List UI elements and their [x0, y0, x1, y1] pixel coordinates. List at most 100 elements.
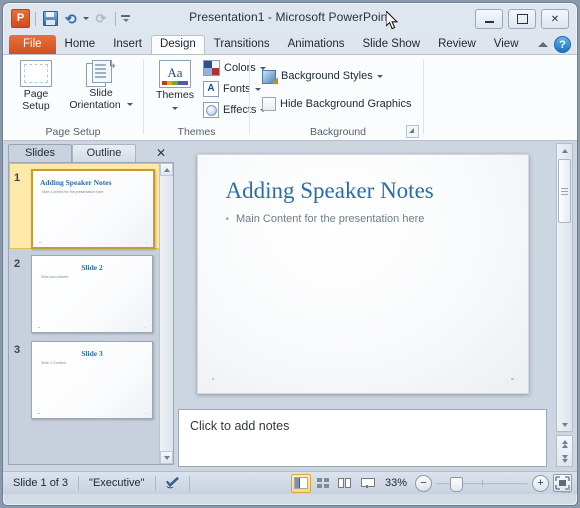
- slide-title[interactable]: Adding Speaker Notes: [226, 178, 510, 204]
- powerpoint-window: P ⟳ ⟳ Presentation1 - Microsoft PowerPoi…: [2, 2, 578, 506]
- effects-icon: [203, 102, 219, 118]
- slide-sorter-icon: [316, 478, 329, 488]
- thumbnail-body-1: Main Content for the presentation here: [42, 190, 104, 194]
- background-styles-label: Background Styles: [281, 70, 373, 82]
- background-styles-button[interactable]: ◢ Background Styles: [259, 66, 386, 86]
- slides-scroll-up-icon[interactable]: [160, 163, 173, 176]
- tab-outline[interactable]: Outline: [72, 144, 136, 162]
- notes-pane[interactable]: Click to add notes: [178, 409, 547, 467]
- previous-slide-button[interactable]: [557, 436, 572, 451]
- slide-body-placeholder[interactable]: • Main Content for the presentation here: [226, 213, 510, 226]
- group-label-page-setup: Page Setup: [45, 126, 101, 138]
- reading-view-button[interactable]: [335, 474, 355, 493]
- slide-orientation-dropdown-icon[interactable]: [126, 103, 133, 107]
- slide-orientation-button[interactable]: ↳ Slide Orientation: [61, 58, 141, 111]
- page-setup-button[interactable]: Page Setup: [9, 58, 63, 112]
- page-setup-label-1: Page: [23, 88, 49, 100]
- tab-slides[interactable]: Slides: [8, 144, 72, 162]
- next-slide-button[interactable]: [557, 451, 572, 466]
- themes-icon: Aa: [159, 60, 191, 88]
- slide-show-icon: [360, 478, 375, 488]
- close-button[interactable]: ✕: [541, 9, 569, 29]
- ribbon-group-background: ◢ Background Styles Hide Background Grap…: [253, 55, 423, 139]
- slide-decoration-dot-right: [511, 377, 514, 380]
- slide-stage: Adding Speaker Notes • Main Content for …: [178, 143, 547, 405]
- zoom-in-button[interactable]: +: [532, 474, 549, 492]
- slide-orientation-label-1: Slide: [89, 87, 113, 99]
- tab-transitions[interactable]: Transitions: [205, 35, 279, 54]
- slide-thumbnail-1[interactable]: 1 Adding Speaker Notes Main Content for …: [9, 163, 160, 249]
- status-bar-right: 33% − +: [290, 472, 572, 494]
- effects-label: Effects: [223, 104, 257, 116]
- slide-counter[interactable]: Slide 1 of 3: [3, 475, 78, 491]
- fonts-icon: A: [203, 81, 219, 97]
- slide-body-text: Main Content for the presentation here: [236, 213, 425, 225]
- tab-review[interactable]: Review: [429, 35, 485, 54]
- tab-animations[interactable]: Animations: [279, 35, 354, 54]
- zoom-level[interactable]: 33%: [381, 477, 411, 489]
- page-setup-icon: [20, 60, 52, 87]
- thumbnail-image-2: Slide 2 Slide two content: [31, 255, 153, 333]
- page-setup-label-2: Setup: [22, 99, 50, 112]
- zoom-slider-thumb[interactable]: [450, 476, 463, 492]
- minimize-ribbon-icon[interactable]: [538, 42, 548, 47]
- colors-icon: [203, 60, 220, 76]
- normal-view-button[interactable]: [290, 473, 311, 493]
- checkbox-icon[interactable]: [262, 97, 276, 111]
- scroll-down-icon[interactable]: [557, 418, 572, 431]
- tab-insert[interactable]: Insert: [104, 35, 151, 54]
- notes-placeholder: Click to add notes: [190, 419, 290, 433]
- slide-number-2: 2: [14, 258, 21, 270]
- tab-design[interactable]: Design: [150, 35, 205, 54]
- theme-name[interactable]: "Executive": [79, 475, 155, 491]
- zoom-slider[interactable]: [436, 476, 528, 492]
- restore-button[interactable]: [508, 9, 536, 29]
- background-dialog-launcher[interactable]: [406, 125, 419, 138]
- spell-check-icon: [165, 476, 179, 488]
- resize-grip[interactable]: [560, 483, 570, 493]
- themes-button[interactable]: Aa Themes: [148, 58, 202, 113]
- fonts-label: Fonts: [223, 83, 251, 95]
- slide-thumbnail-3[interactable]: 3 Slide 3 Slide 3 Content: [9, 335, 160, 421]
- close-panel-icon[interactable]: ✕: [150, 146, 172, 160]
- ribbon-divider-2: [249, 59, 250, 134]
- scroll-up-icon[interactable]: [557, 144, 572, 157]
- tab-home[interactable]: Home: [56, 35, 105, 54]
- slide-show-button[interactable]: [357, 474, 377, 493]
- tab-view[interactable]: View: [485, 35, 528, 54]
- slide-scrollbar[interactable]: [556, 143, 573, 432]
- view-buttons: [290, 473, 377, 493]
- window-controls: ✕: [475, 9, 569, 29]
- themes-label: Themes: [156, 89, 194, 101]
- status-bar: Slide 1 of 3 "Executive" 33% − +: [3, 471, 577, 494]
- slides-scroll-down-icon[interactable]: [160, 451, 173, 464]
- thumbnail-title-3: Slide 3: [81, 349, 103, 358]
- slide-nav-buttons: [556, 435, 573, 467]
- tab-slide-show[interactable]: Slide Show: [354, 35, 430, 54]
- background-styles-icon: ◢: [262, 69, 278, 84]
- slide-orientation-label-2: Orientation: [69, 98, 121, 111]
- slide-thumbnail-2[interactable]: 2 Slide 2 Slide two content: [9, 249, 160, 335]
- help-icon[interactable]: ?: [554, 36, 571, 53]
- current-slide[interactable]: Adding Speaker Notes • Main Content for …: [196, 154, 529, 394]
- ribbon-tab-row: File Home Insert Design Transitions Anim…: [3, 34, 577, 54]
- slide-decoration-dot-left: [211, 377, 214, 380]
- minimize-button[interactable]: [475, 9, 503, 29]
- slides-panel-tabs: Slides Outline ✕: [8, 143, 174, 162]
- zoom-out-button[interactable]: −: [415, 474, 432, 492]
- scrollbar-thumb[interactable]: [558, 159, 571, 223]
- background-styles-dropdown-icon[interactable]: [376, 74, 383, 78]
- ribbon-group-themes: Aa Themes Colors A Fonts Effects Themes: [144, 55, 267, 139]
- title-bar: P ⟳ ⟳ Presentation1 - Microsoft PowerPoi…: [3, 3, 577, 34]
- slide-sorter-button[interactable]: [313, 474, 333, 493]
- group-label-themes: Themes: [177, 126, 216, 138]
- spell-check-button[interactable]: [156, 476, 189, 490]
- hide-background-graphics-checkbox[interactable]: Hide Background Graphics: [259, 94, 414, 114]
- slides-panel-scrollbar[interactable]: [159, 163, 173, 464]
- tab-file[interactable]: File: [9, 35, 56, 54]
- status-divider-3: [188, 475, 190, 491]
- slide-thumbnail-list: 1 Adding Speaker Notes Main Content for …: [8, 162, 174, 465]
- thumbnail-body-3: Slide 3 Content: [41, 361, 66, 365]
- themes-dropdown-icon[interactable]: [172, 106, 178, 110]
- mouse-cursor: [386, 11, 399, 30]
